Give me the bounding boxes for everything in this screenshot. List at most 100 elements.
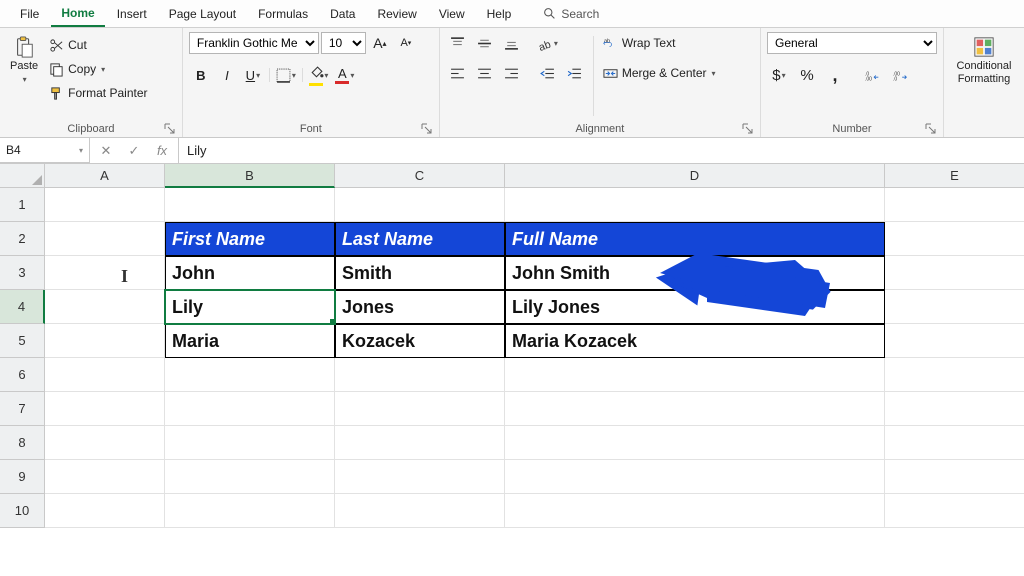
row-header-5[interactable]: 5 — [0, 324, 45, 358]
cell-d1[interactable] — [505, 188, 885, 222]
cell-a8[interactable] — [45, 426, 165, 460]
cell-c3[interactable]: Smith — [335, 256, 505, 290]
increase-font-button[interactable]: A▴ — [368, 32, 392, 54]
cell-b1[interactable] — [165, 188, 335, 222]
cell-a6[interactable] — [45, 358, 165, 392]
cell-a1[interactable] — [45, 188, 165, 222]
copy-button[interactable]: Copy▾ — [46, 58, 150, 80]
cut-button[interactable]: Cut — [46, 34, 150, 56]
merge-center-button[interactable]: Merge & Center▾ — [600, 62, 719, 84]
cell-e6[interactable] — [885, 358, 1024, 392]
cell-a5[interactable] — [45, 324, 165, 358]
decrease-decimal-button[interactable]: .00.0 — [889, 64, 913, 86]
cell-c4[interactable]: Jones — [335, 290, 505, 324]
insert-function-button[interactable]: fx — [148, 143, 176, 158]
dialog-launcher-icon[interactable] — [164, 123, 176, 135]
cell-b4[interactable]: Lily — [165, 290, 335, 324]
cell-c9[interactable] — [335, 460, 505, 494]
formula-input[interactable]: Lily — [179, 138, 1024, 163]
align-bottom-button[interactable] — [500, 32, 524, 54]
col-header-e[interactable]: E — [885, 164, 1024, 188]
cell-e8[interactable] — [885, 426, 1024, 460]
cell-e10[interactable] — [885, 494, 1024, 528]
align-center-button[interactable] — [473, 62, 497, 84]
formula-cancel-button[interactable]: ✕ — [92, 143, 120, 159]
number-format-select[interactable]: General — [767, 32, 937, 54]
cell-a9[interactable] — [45, 460, 165, 494]
cell-e5[interactable] — [885, 324, 1024, 358]
cell-e1[interactable] — [885, 188, 1024, 222]
tab-page-layout[interactable]: Page Layout — [159, 2, 246, 26]
bold-button[interactable]: B — [189, 64, 213, 86]
orientation-button[interactable]: ab▾ — [536, 32, 560, 54]
tab-insert[interactable]: Insert — [107, 2, 157, 26]
borders-button[interactable]: ▾ — [274, 64, 298, 86]
cell-b5[interactable]: Maria — [165, 324, 335, 358]
cell-d5[interactable]: Maria Kozacek — [505, 324, 885, 358]
cell-c7[interactable] — [335, 392, 505, 426]
italic-button[interactable]: I — [215, 64, 239, 86]
dialog-launcher-icon[interactable] — [421, 123, 433, 135]
cell-d7[interactable] — [505, 392, 885, 426]
cell-e3[interactable] — [885, 256, 1024, 290]
row-header-10[interactable]: 10 — [0, 494, 45, 528]
cell-b6[interactable] — [165, 358, 335, 392]
cell-d9[interactable] — [505, 460, 885, 494]
align-middle-button[interactable] — [473, 32, 497, 54]
row-header-3[interactable]: 3 — [0, 256, 45, 290]
conditional-formatting-button[interactable]: Conditional Formatting — [950, 32, 1018, 89]
cell-d4[interactable]: Lily Jones — [505, 290, 885, 324]
cell-c5[interactable]: Kozacek — [335, 324, 505, 358]
col-header-d[interactable]: D — [505, 164, 885, 188]
wrap-text-button[interactable]: ab Wrap Text — [600, 32, 719, 54]
cell-e2[interactable] — [885, 222, 1024, 256]
tab-file[interactable]: File — [10, 2, 49, 26]
percent-button[interactable]: % — [795, 64, 819, 86]
cell-d6[interactable] — [505, 358, 885, 392]
tab-help[interactable]: Help — [477, 2, 522, 26]
row-header-1[interactable]: 1 — [0, 188, 45, 222]
cell-d2[interactable]: Full Name — [505, 222, 885, 256]
cell-e9[interactable] — [885, 460, 1024, 494]
align-left-button[interactable] — [446, 62, 470, 84]
cell-b8[interactable] — [165, 426, 335, 460]
chevron-down-icon[interactable]: ▾ — [79, 146, 83, 155]
col-header-c[interactable]: C — [335, 164, 505, 188]
font-name-select[interactable]: Franklin Gothic Me — [189, 32, 319, 54]
tab-review[interactable]: Review — [367, 2, 426, 26]
select-all-corner[interactable] — [0, 164, 45, 188]
fill-color-button[interactable]: ▾ — [307, 64, 331, 86]
cell-b2[interactable]: First Name — [165, 222, 335, 256]
cell-c8[interactable] — [335, 426, 505, 460]
cell-e7[interactable] — [885, 392, 1024, 426]
cell-c6[interactable] — [335, 358, 505, 392]
cell-c10[interactable] — [335, 494, 505, 528]
cell-d3[interactable]: John Smith — [505, 256, 885, 290]
cell-e4[interactable] — [885, 290, 1024, 324]
cell-a3[interactable]: I — [45, 256, 165, 290]
formula-enter-button[interactable]: ✓ — [120, 143, 148, 159]
row-header-9[interactable]: 9 — [0, 460, 45, 494]
cell-c2[interactable]: Last Name — [335, 222, 505, 256]
decrease-indent-button[interactable] — [536, 62, 560, 84]
tab-search[interactable]: Search — [543, 7, 599, 21]
comma-button[interactable]: , — [823, 64, 847, 86]
cell-d8[interactable] — [505, 426, 885, 460]
col-header-b[interactable]: B — [165, 164, 335, 188]
align-top-button[interactable] — [446, 32, 470, 54]
cell-a2[interactable] — [45, 222, 165, 256]
col-header-a[interactable]: A — [45, 164, 165, 188]
decrease-font-button[interactable]: A▾ — [394, 32, 418, 54]
underline-button[interactable]: U▾ — [241, 64, 265, 86]
dialog-launcher-icon[interactable] — [742, 123, 754, 135]
cell-a7[interactable] — [45, 392, 165, 426]
font-color-button[interactable]: A▾ — [333, 64, 357, 86]
cell-b10[interactable] — [165, 494, 335, 528]
cell-c1[interactable] — [335, 188, 505, 222]
tab-home[interactable]: Home — [51, 1, 104, 27]
row-header-4[interactable]: 4 — [0, 290, 45, 324]
tab-formulas[interactable]: Formulas — [248, 2, 318, 26]
align-right-button[interactable] — [500, 62, 524, 84]
format-painter-button[interactable]: Format Painter — [46, 82, 150, 104]
tab-data[interactable]: Data — [320, 2, 365, 26]
